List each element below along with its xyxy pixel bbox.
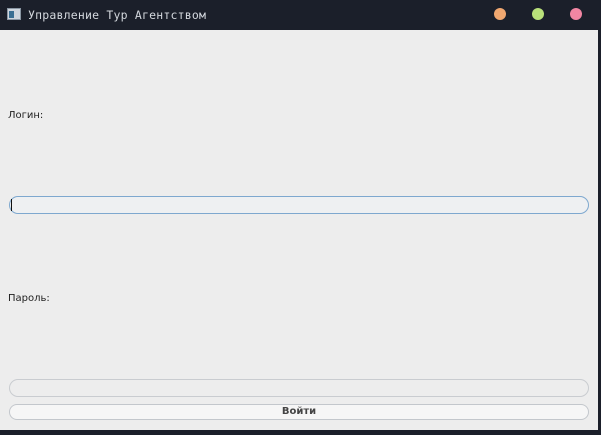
window-title: Управление Тур Агентством [28,8,207,22]
app-window-icon [7,8,21,20]
maximize-button[interactable] [532,8,544,20]
app-window: Управление Тур Агентством Логин: Пароль:… [0,0,601,435]
password-input[interactable] [9,379,589,397]
window-bottom-border [0,430,601,435]
close-button[interactable] [570,8,582,20]
password-label: Пароль: [8,293,50,304]
login-form: Логин: Пароль: Войти [0,30,600,430]
login-label: Логин: [8,110,44,121]
text-caret [11,199,12,211]
login-button[interactable]: Войти [9,404,589,420]
title-bar: Управление Тур Агентством [0,0,601,30]
minimize-button[interactable] [494,8,506,20]
login-input[interactable] [9,196,589,214]
